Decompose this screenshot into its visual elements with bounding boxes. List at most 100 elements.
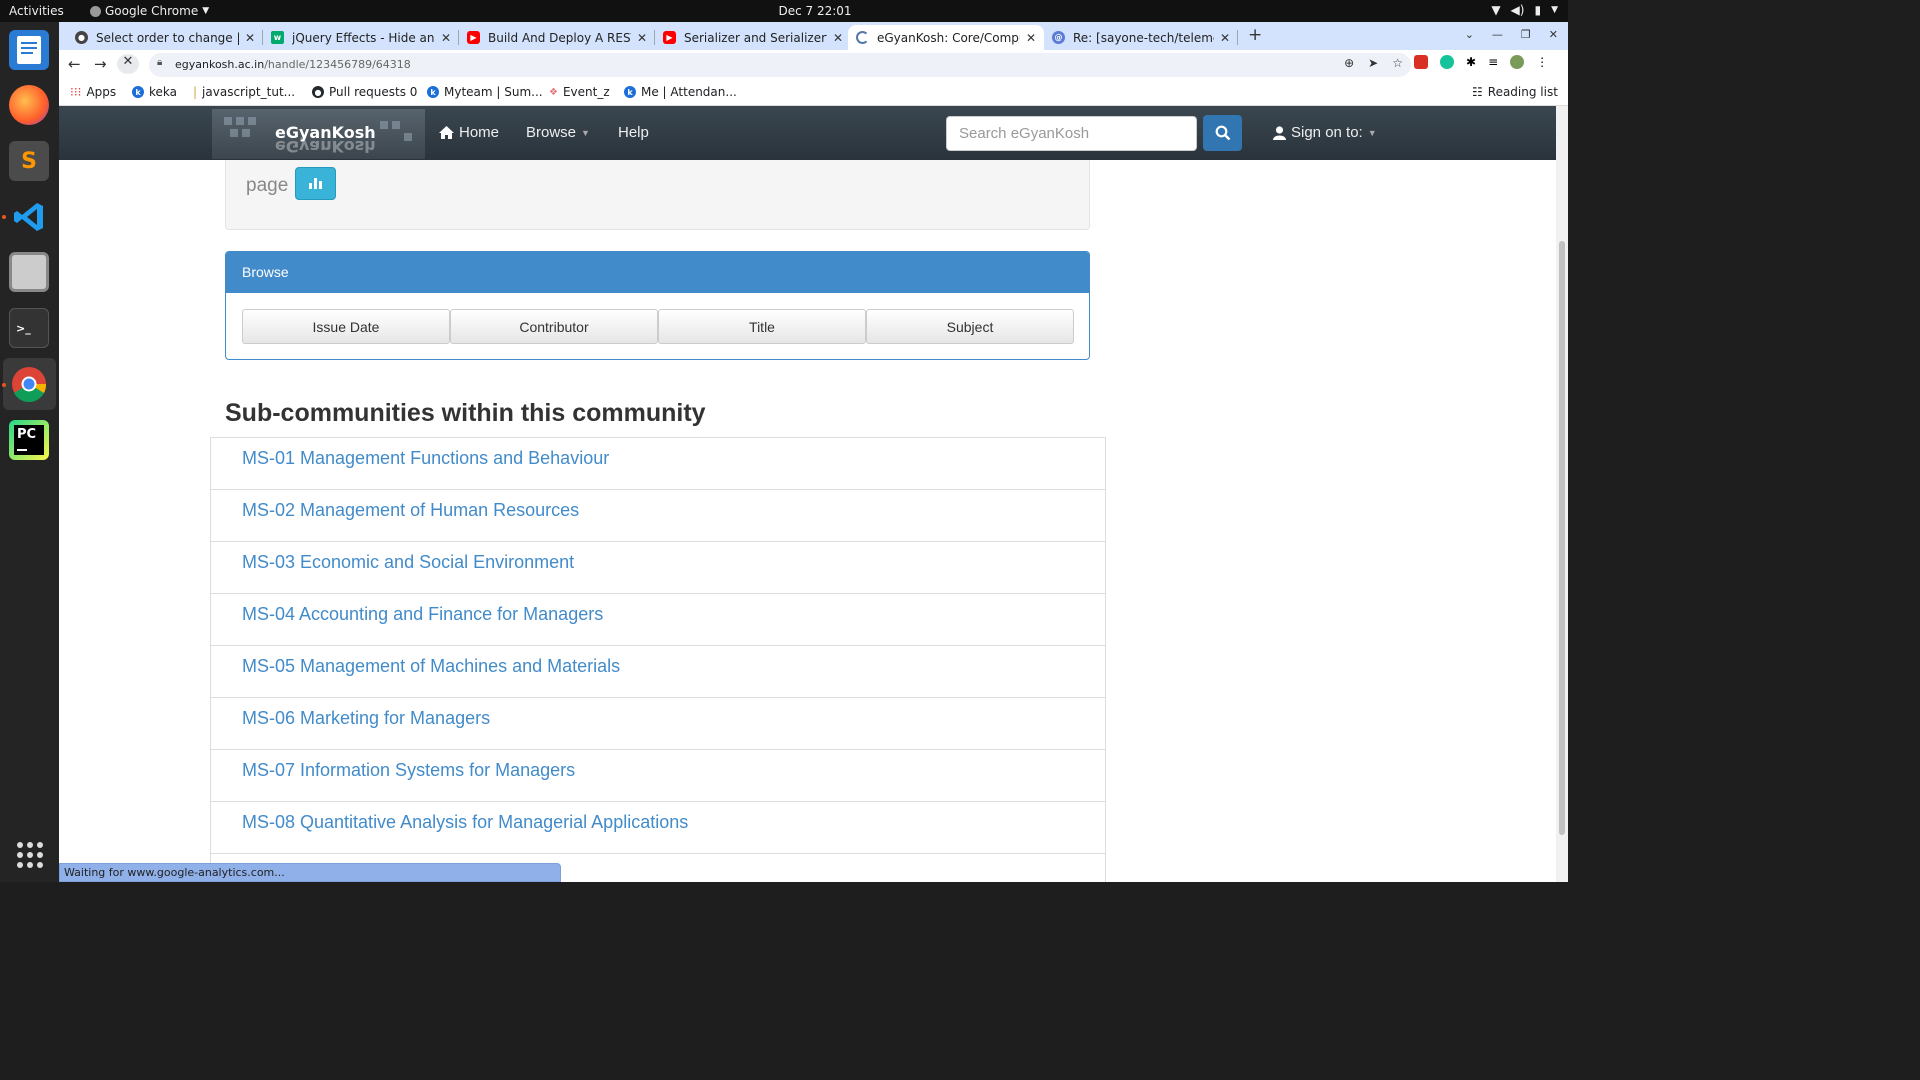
bookmark-pull-requests[interactable]: ● Pull requests 0 (312, 85, 417, 99)
media-control-icon[interactable]: ≡ (1488, 55, 1498, 69)
subcommunity-link[interactable]: MS-06 Marketing for Managers (242, 708, 490, 729)
activities-button[interactable]: Activities (9, 4, 64, 18)
bookmark-event-z[interactable]: ❖ Event_z (549, 85, 610, 99)
reading-list-label: Reading list (1487, 85, 1558, 99)
bookmark-label: Me | Attendan... (641, 85, 737, 99)
show-applications-icon[interactable] (17, 842, 43, 868)
youtube-icon: ▶ (467, 31, 480, 44)
nav-help[interactable]: Help (618, 124, 649, 141)
close-tab-icon[interactable]: ✕ (245, 31, 255, 45)
subcommunity-link[interactable]: MS-05 Management of Machines and Materia… (242, 656, 620, 677)
bookmark-myteam[interactable]: k Myteam | Sum... (427, 85, 543, 99)
egyankosh-logo[interactable]: eGyanKosh eGyanKosh (212, 109, 425, 159)
subcommunity-link[interactable]: MS-08 Quantitative Analysis for Manageri… (242, 812, 688, 833)
extension-red-icon[interactable] (1414, 55, 1428, 69)
tab-jquery-effects[interactable]: w jQuery Effects - Hide and ✕ (263, 25, 459, 50)
subcommunity-link[interactable]: MS-01 Management Functions and Behaviour (242, 448, 609, 469)
address-url[interactable]: egyankosh.ac.in/handle/123456789/64318 (175, 58, 411, 71)
bookmark-star-icon[interactable]: ☆ (1392, 56, 1403, 70)
statistics-button[interactable] (295, 167, 336, 200)
scrollbar-thumb[interactable] (1559, 241, 1565, 835)
firefox-icon[interactable] (9, 85, 49, 125)
list-item: MS-02 Management of Human Resources (210, 489, 1106, 542)
site-navbar: eGyanKosh eGyanKosh Home Browse ▼ Help S… (59, 106, 1556, 160)
tab-serializer[interactable]: ▶ Serializer and Serializertic ✕ (655, 25, 851, 50)
close-tab-icon[interactable]: ✕ (1220, 31, 1230, 45)
page-scrollbar[interactable] (1556, 106, 1568, 882)
list-item: MS-04 Accounting and Finance for Manager… (210, 593, 1106, 646)
application-dock: S >_ PC (0, 22, 59, 882)
reading-list-button[interactable]: ☷ Reading list (1472, 85, 1558, 99)
stop-loading-icon[interactable]: ✕ (117, 54, 139, 74)
pycharm-icon[interactable]: PC (9, 420, 49, 460)
minimize-icon[interactable]: — (1492, 28, 1503, 41)
puzzle-icon[interactable]: ✱ (1466, 55, 1476, 69)
libreoffice-writer-icon[interactable] (9, 30, 49, 70)
tab-egyankosh[interactable]: eGyanKosh: Core/Comput ✕ (848, 25, 1044, 50)
address-bar[interactable]: 🔒︎ egyankosh.ac.in/handle/123456789/6431… (149, 53, 1411, 77)
bookmark-attendance[interactable]: k Me | Attendan... (624, 85, 737, 99)
browse-by-title-button[interactable]: Title (658, 309, 866, 344)
list-item: MS-08 Quantitative Analysis for Manageri… (210, 801, 1106, 854)
tab-build-deploy-rest[interactable]: ▶ Build And Deploy A REST A ✕ (459, 25, 655, 50)
browse-by-issue-date-button[interactable]: Issue Date (242, 309, 450, 344)
system-tray[interactable]: ▼ ◀) ▮ ▼ (1491, 3, 1558, 17)
sign-on-label: Sign on to: (1291, 124, 1363, 141)
subcommunities-list: MS-01 Management Functions and Behaviour… (210, 437, 1106, 882)
window-controls: ⌄ — ❐ ✕ (1465, 28, 1558, 41)
close-tab-icon[interactable]: ✕ (637, 31, 647, 45)
app-menu[interactable]: Google Chrome ▼ (90, 4, 209, 18)
keka-icon: k (132, 86, 144, 98)
subcommunity-link[interactable]: MS-07 Information Systems for Managers (242, 760, 575, 781)
browse-panel: Browse Issue Date Contributor Title Subj… (225, 251, 1090, 360)
browse-by-subject-button[interactable]: Subject (866, 309, 1074, 344)
close-tab-icon[interactable]: ✕ (441, 31, 451, 45)
new-tab-button[interactable]: + (1248, 25, 1262, 45)
terminal-icon[interactable]: >_ (9, 308, 49, 348)
bookmark-keka[interactable]: k keka (132, 85, 177, 99)
chrome-icon[interactable] (9, 364, 49, 404)
bookmark-javascript[interactable]: | javascript_tut... (193, 85, 295, 99)
nav-browse-dropdown[interactable]: Browse ▼ (526, 124, 590, 141)
subcommunity-link[interactable]: MS-02 Management of Human Resources (242, 500, 579, 521)
profile-avatar[interactable] (1510, 55, 1525, 69)
close-tab-icon[interactable]: ✕ (833, 31, 843, 45)
tab-github-telemed[interactable]: @ Re: [sayone-tech/telemed ✕ (1044, 25, 1238, 50)
github-icon: ● (312, 86, 324, 98)
subcommunity-link[interactable]: MS-03 Economic and Social Environment (242, 552, 574, 573)
send-icon[interactable]: ➤ (1368, 56, 1378, 70)
nav-home[interactable]: Home (439, 124, 499, 141)
maximize-icon[interactable]: ❐ (1521, 28, 1531, 41)
files-icon[interactable] (9, 252, 49, 292)
back-icon[interactable]: ← (68, 55, 81, 73)
tab-search-icon[interactable]: ⌄ (1465, 28, 1474, 41)
bookmark-label: Apps (86, 85, 117, 99)
status-bubble: Waiting for www.google-analytics.com... (59, 863, 561, 882)
forward-icon[interactable]: → (94, 55, 107, 73)
tab-title: eGyanKosh: Core/Comput (877, 30, 1020, 45)
vscode-icon[interactable] (9, 197, 49, 237)
running-indicator (2, 215, 6, 219)
sublime-text-icon[interactable]: S (9, 141, 49, 181)
zoom-icon[interactable]: ⊕ (1344, 56, 1354, 70)
browse-by-contributor-button[interactable]: Contributor (450, 309, 658, 344)
chevron-down-icon: ▼ (202, 6, 210, 16)
keka-icon: k (427, 86, 439, 98)
site-search-input[interactable] (946, 116, 1197, 151)
nav-help-label: Help (618, 124, 649, 141)
sign-on-dropdown[interactable]: Sign on to: ▼ (1273, 124, 1377, 141)
search-button[interactable] (1203, 115, 1242, 151)
youtube-icon: ▶ (663, 31, 676, 44)
bookmark-apps[interactable]: ⁝⁝⁝ Apps (70, 85, 116, 99)
subcommunity-link[interactable]: MS-04 Accounting and Finance for Manager… (242, 604, 603, 625)
tab-select-order[interactable]: ● Select order to change | D ✕ (67, 25, 263, 50)
grammarly-icon[interactable] (1440, 55, 1454, 69)
more-menu-icon[interactable]: ⋮ (1536, 55, 1548, 69)
bookmarks-bar: ⁝⁝⁝ Apps k keka | javascript_tut... ● Pu… (59, 79, 1568, 106)
close-window-icon[interactable]: ✕ (1549, 28, 1558, 41)
close-tab-icon[interactable]: ✕ (1026, 31, 1036, 45)
lock-icon[interactable]: 🔒︎ (157, 57, 162, 68)
clock[interactable]: Dec 7 22:01 (760, 4, 870, 18)
user-icon (1273, 125, 1286, 140)
statistics-label: page (246, 175, 289, 196)
